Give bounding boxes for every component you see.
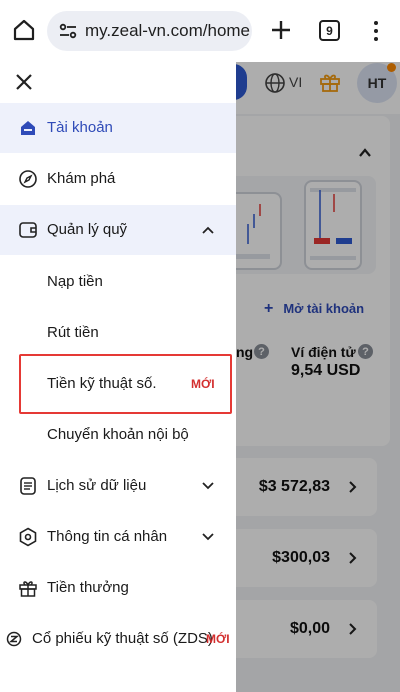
compass-icon [18, 169, 38, 189]
menu-item-label: Nạp tiền [47, 273, 103, 290]
chevron-up-icon [201, 223, 215, 237]
menu-item-personal-info[interactable]: Thông tin cá nhân [0, 512, 236, 562]
document-icon [18, 476, 38, 496]
menu-item-label: Quản lý quỹ [47, 221, 128, 238]
more-menu-icon[interactable] [366, 18, 386, 44]
account-icon [18, 118, 38, 138]
submenu-item-withdraw[interactable]: Rút tiền [0, 308, 236, 358]
close-icon[interactable] [14, 72, 34, 92]
gift-icon [18, 578, 38, 598]
address-bar[interactable]: my.zeal-vn.com/home [47, 11, 252, 51]
menu-item-account[interactable]: Tài khoản [0, 103, 236, 153]
site-settings-icon[interactable] [57, 20, 79, 42]
new-tab-icon[interactable] [268, 17, 294, 43]
wallet-icon [18, 220, 38, 240]
url-text: my.zeal-vn.com/home [85, 21, 251, 40]
submenu-item-deposit[interactable]: Nạp tiền [0, 257, 236, 307]
home-icon[interactable] [10, 16, 38, 44]
menu-item-label: Khám phá [47, 170, 116, 187]
zds-coin-icon [6, 629, 22, 649]
new-badge: MỚI [206, 632, 230, 646]
menu-item-label: Thông tin cá nhân [47, 528, 168, 545]
menu-item-bonus[interactable]: Tiền thưởng [0, 563, 236, 613]
menu-item-label: Tiền thưởng [47, 579, 129, 596]
menu-item-label: Chuyển khoản nội bộ [47, 426, 189, 443]
menu-item-fund-management[interactable]: Quản lý quỹ [0, 205, 236, 255]
submenu-item-internal-transfer[interactable]: Chuyển khoản nội bộ [0, 410, 236, 460]
highlight-box [19, 354, 232, 414]
browser-toolbar: my.zeal-vn.com/home 9 [0, 0, 400, 62]
menu-item-digital-stocks[interactable]: Cổ phiếu kỹ thuật số (ZDS) MỚI [0, 614, 236, 664]
hexagon-icon [18, 527, 38, 547]
navigation-drawer: Tài khoản Khám phá Quản lý quỹ Nạp tiền … [0, 62, 236, 692]
menu-item-label: Lịch sử dữ liệu [47, 477, 147, 494]
menu-item-data-history[interactable]: Lịch sử dữ liệu [0, 461, 236, 511]
menu-item-label: Tài khoản [47, 119, 113, 136]
menu-item-explore[interactable]: Khám phá [0, 154, 236, 204]
chevron-down-icon [201, 530, 215, 544]
menu-item-label: Rút tiền [47, 324, 99, 341]
chevron-down-icon [201, 479, 215, 493]
menu-item-label: Cổ phiếu kỹ thuật số (ZDS) [32, 630, 213, 647]
tab-switcher-button[interactable]: 9 [319, 20, 340, 41]
